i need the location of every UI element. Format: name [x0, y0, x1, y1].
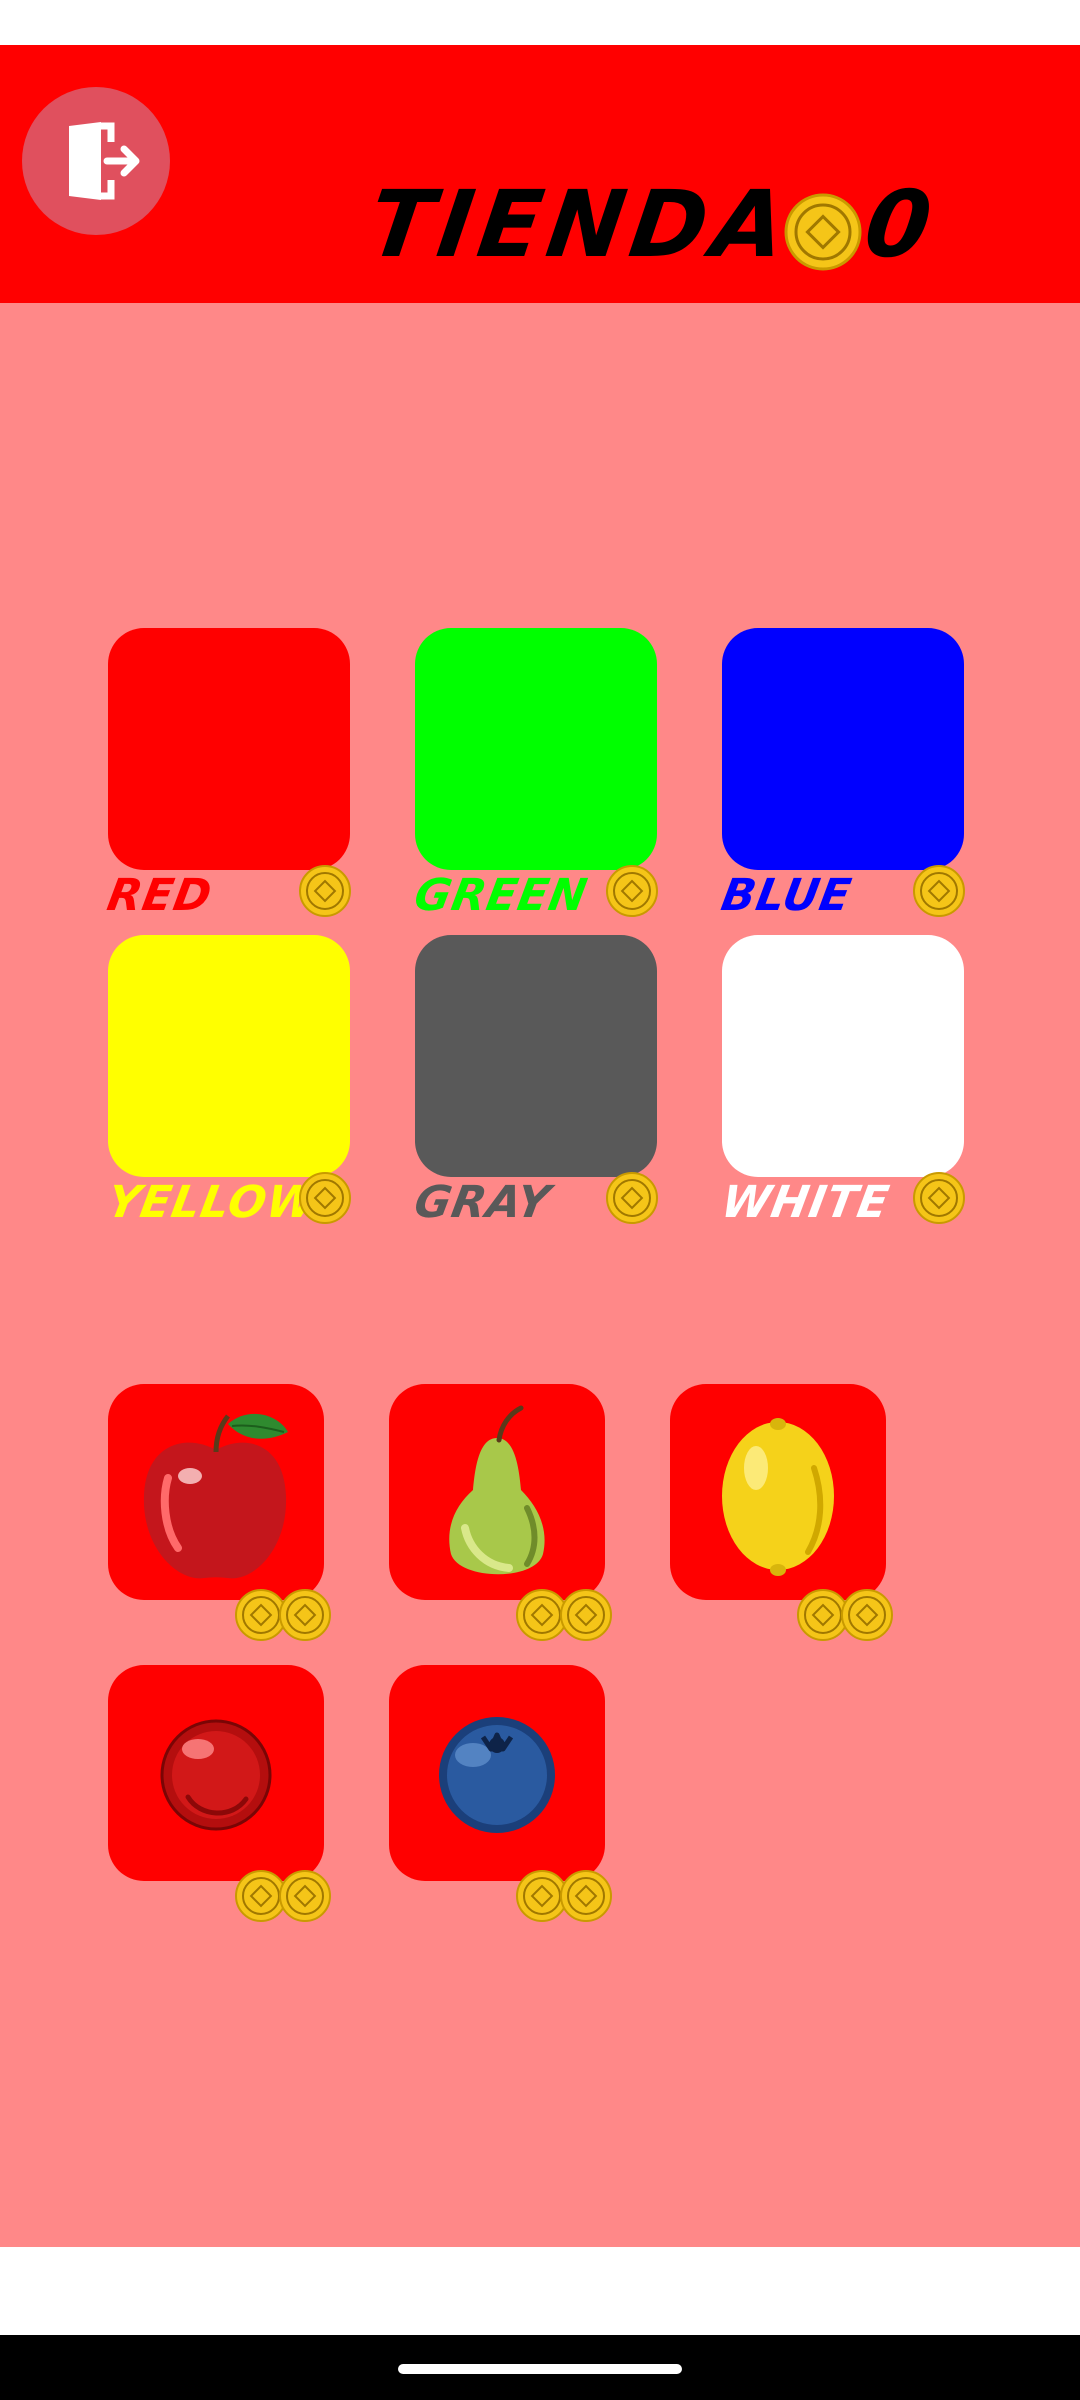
color-swatch-blue[interactable] [722, 628, 964, 870]
color-item-white[interactable]: WHITE [718, 935, 982, 1228]
apple-icon [143, 1413, 288, 1579]
fruit-item-apple[interactable] [108, 1384, 348, 1654]
coin-icon [606, 1172, 658, 1224]
fruit-item-pear[interactable] [389, 1384, 629, 1654]
color-item-green[interactable]: GREEN [411, 628, 675, 921]
color-label: WHITE [717, 1177, 894, 1228]
fruit-item-cherry[interactable] [108, 1665, 348, 1935]
color-item-gray[interactable]: GRAY [411, 935, 675, 1228]
home-indicator[interactable] [398, 2364, 682, 2374]
coin-icon [841, 1589, 893, 1641]
color-item-yellow[interactable]: YELLOW [104, 935, 368, 1228]
color-label: GREEN [410, 870, 592, 921]
color-label: RED [103, 870, 217, 921]
cherry-icon [160, 1719, 272, 1831]
color-swatch-green[interactable] [415, 628, 657, 870]
color-label: BLUE [717, 870, 856, 921]
fruit-tile[interactable] [108, 1665, 324, 1881]
coin-icon [784, 193, 862, 271]
coin-icon [560, 1589, 612, 1641]
fruit-tile[interactable] [389, 1665, 605, 1881]
fruit-tile[interactable] [670, 1384, 886, 1600]
fruit-item-lemon[interactable] [670, 1384, 910, 1654]
exit-button[interactable] [22, 87, 170, 235]
color-label: YELLOW [103, 1177, 321, 1228]
color-swatch-red[interactable] [108, 628, 350, 870]
coin-icon [560, 1870, 612, 1922]
coin-icon [913, 865, 965, 917]
coin-icon [299, 1172, 351, 1224]
coin-icon [279, 1870, 331, 1922]
color-item-blue[interactable]: BLUE [718, 628, 982, 921]
shop-content [0, 303, 1080, 2247]
coin-icon [299, 865, 351, 917]
color-swatch-gray[interactable] [415, 935, 657, 1177]
fruit-tile[interactable] [389, 1384, 605, 1600]
bottom-spacer [0, 2247, 1080, 2335]
pear-icon [449, 1405, 545, 1575]
coin-icon [606, 865, 658, 917]
color-label: GRAY [410, 1177, 555, 1228]
exit-door-icon [69, 122, 140, 200]
page-title: TIENDA [362, 171, 798, 278]
color-swatch-yellow[interactable] [108, 935, 350, 1177]
color-item-red[interactable]: RED [104, 628, 368, 921]
status-bar [0, 0, 1080, 45]
coin-icon [913, 1172, 965, 1224]
color-swatch-white[interactable] [722, 935, 964, 1177]
coin-icon [279, 1589, 331, 1641]
lemon-icon [722, 1418, 834, 1576]
fruit-tile[interactable] [108, 1384, 324, 1600]
blueberry-icon [439, 1717, 555, 1833]
fruit-item-blueberry[interactable] [389, 1665, 629, 1935]
